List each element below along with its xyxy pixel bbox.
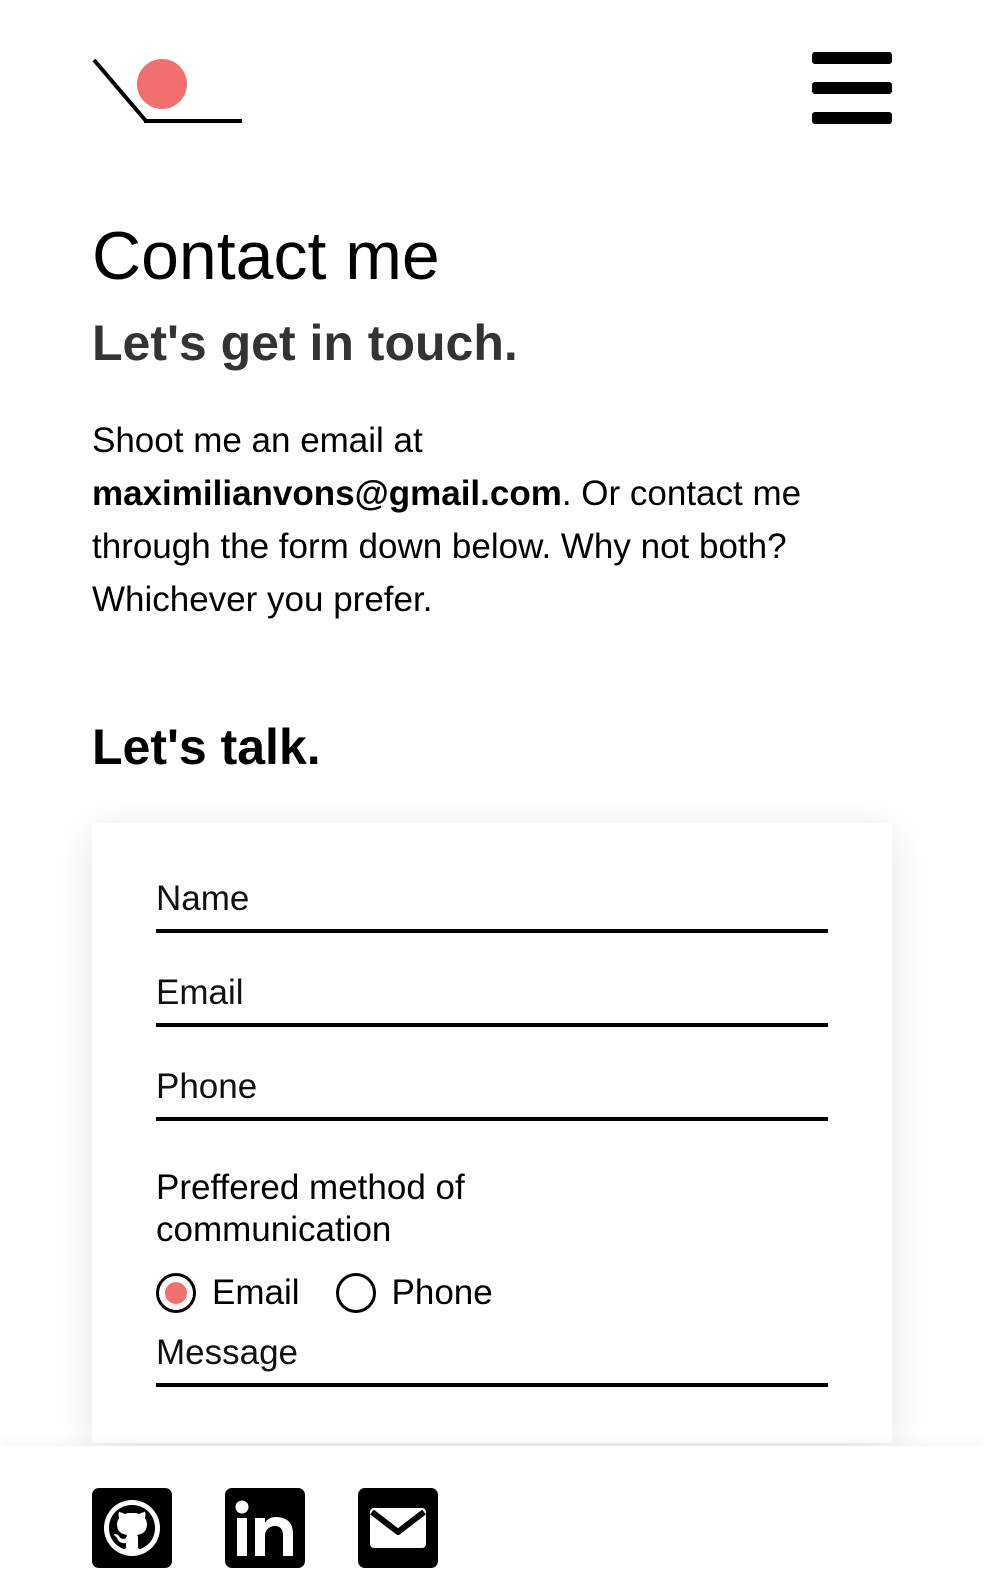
menu-bar [812,52,892,64]
contact-page: Contact me Let's get in touch. Shoot me … [0,0,984,1594]
message-input[interactable] [156,1323,828,1383]
email-field-wrapper [156,963,828,1027]
preferred-method-options: Email Phone [156,1271,529,1315]
email-input[interactable] [156,963,828,1023]
preferred-method-label: Preffered method of communication [156,1168,465,1249]
phone-input[interactable] [156,1057,828,1117]
contact-form: Preffered method of communication Email … [92,823,892,1443]
github-icon[interactable] [92,1488,172,1568]
radio-button-phone[interactable] [335,1273,376,1313]
page-title: Contact me [92,218,440,294]
radio-option-email[interactable]: Email [156,1273,300,1313]
email-icon[interactable] [358,1488,438,1568]
contact-email-link[interactable]: maximilianvons@gmail.com [92,474,562,513]
logo[interactable] [92,56,242,126]
message-field-wrapper [156,1323,828,1387]
menu-bar [812,82,892,94]
radio-label-email: Email [212,1273,300,1312]
linkedin-icon[interactable] [225,1488,305,1568]
intro-text-before: Shoot me an email at [92,421,423,460]
phone-field-wrapper [156,1057,828,1121]
menu-bar [812,112,892,124]
intro-text: Shoot me an email at maximilianvons@gmai… [92,414,852,626]
footer [0,1446,984,1594]
form-heading: Let's talk. [92,719,321,775]
page-subtitle: Let's get in touch. [92,315,518,371]
radio-option-phone[interactable]: Phone [335,1273,493,1313]
name-input[interactable] [156,869,828,929]
hamburger-menu-icon[interactable] [812,52,892,124]
logo-dot [137,59,187,109]
radio-label-phone: Phone [391,1273,493,1312]
radio-button-email[interactable] [156,1273,196,1313]
name-field-wrapper [156,869,828,933]
